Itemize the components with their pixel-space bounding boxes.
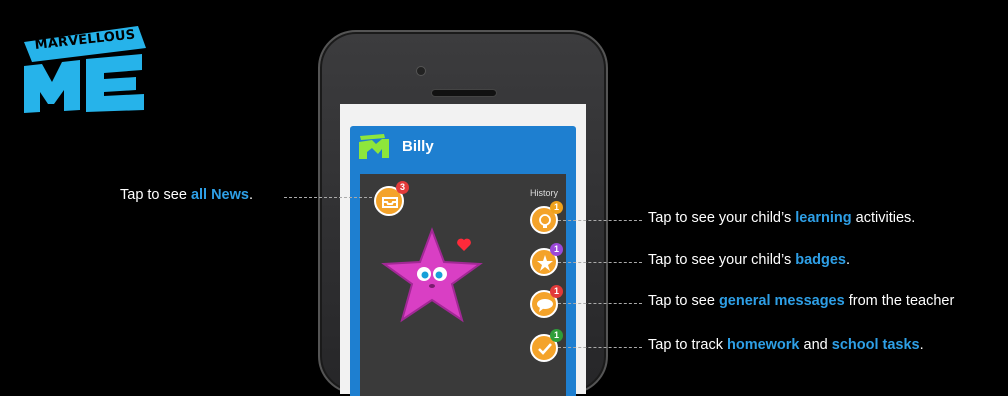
callout-homework: Tap to track homework and school tasks. bbox=[648, 337, 924, 353]
history-label: History bbox=[530, 188, 559, 198]
callout-text: Tap to see your child’s bbox=[648, 210, 796, 226]
leader-homework bbox=[558, 347, 642, 348]
callout-text: Tap to see bbox=[120, 187, 191, 203]
callout-text: Tap to see your child’s bbox=[648, 252, 796, 268]
leader-messages bbox=[558, 303, 642, 304]
callout-text: Tap to see bbox=[648, 293, 719, 309]
leader-news bbox=[284, 197, 372, 198]
callout-highlight: general messages bbox=[718, 293, 845, 309]
speaker-grille bbox=[431, 89, 497, 97]
homework-count-badge: 1 bbox=[550, 329, 563, 342]
callout-text: and bbox=[799, 337, 832, 353]
badges-count-badge: 1 bbox=[550, 243, 563, 256]
globe-lightbulb-icon bbox=[539, 214, 551, 228]
news-button[interactable]: 3 bbox=[374, 181, 409, 216]
leader-learning bbox=[558, 220, 642, 221]
callout-highlight: badges bbox=[795, 252, 846, 268]
app-body: 3 History 1 1 1 1 bbox=[350, 170, 576, 396]
phone-frame: Billy 3 History 1 1 1 1 bbox=[318, 30, 608, 396]
badges-button[interactable]: 1 bbox=[530, 243, 563, 276]
child-name: Billy bbox=[402, 138, 434, 155]
inbox-icon bbox=[382, 197, 398, 208]
callout-text: Tap to track bbox=[648, 337, 727, 353]
stage: MARVELLOUS Billy 3 History 1 1 1 1 Tap t… bbox=[0, 0, 1008, 396]
phone-screen: Billy 3 History 1 1 1 1 bbox=[340, 104, 586, 396]
learning-button[interactable]: 1 bbox=[530, 201, 563, 234]
checkmark-icon bbox=[538, 343, 552, 355]
messages-button[interactable]: 1 bbox=[530, 285, 563, 318]
badge-star-icon bbox=[537, 255, 553, 271]
callout-text: . bbox=[846, 252, 851, 268]
homework-button[interactable]: 1 bbox=[530, 329, 563, 362]
callout-text: . bbox=[248, 187, 253, 203]
callout-highlight: learning bbox=[795, 210, 852, 226]
leader-badges bbox=[558, 262, 642, 263]
callout-highlight: homework bbox=[726, 337, 800, 353]
callout-highlight: school tasks bbox=[831, 337, 920, 353]
hello-bubble-icon bbox=[537, 299, 553, 312]
pink-star-mascot-icon bbox=[381, 227, 483, 323]
callout-learning: Tap to see your child’s learning activit… bbox=[648, 210, 915, 226]
learning-count-badge: 1 bbox=[550, 201, 563, 214]
callout-messages: Tap to see general messages from the tea… bbox=[648, 293, 954, 309]
news-count-badge: 3 bbox=[396, 181, 409, 194]
app-header: Billy bbox=[350, 126, 576, 170]
callout-text: activities. bbox=[851, 210, 916, 226]
news-panel: 3 History 1 1 1 1 bbox=[360, 174, 566, 396]
app-logo-icon bbox=[359, 134, 389, 159]
heart-icon bbox=[457, 238, 471, 251]
marvellous-me-logo: MARVELLOUS bbox=[18, 24, 158, 116]
callout-text: . bbox=[919, 337, 924, 353]
camera-icon bbox=[416, 66, 426, 76]
callout-badges: Tap to see your child’s badges. bbox=[648, 252, 850, 268]
messages-count-badge: 1 bbox=[550, 285, 563, 298]
callout-highlight: all News bbox=[190, 187, 249, 203]
callout-news: Tap to see all News. bbox=[120, 187, 253, 203]
callout-text: from the teacher bbox=[844, 293, 955, 309]
